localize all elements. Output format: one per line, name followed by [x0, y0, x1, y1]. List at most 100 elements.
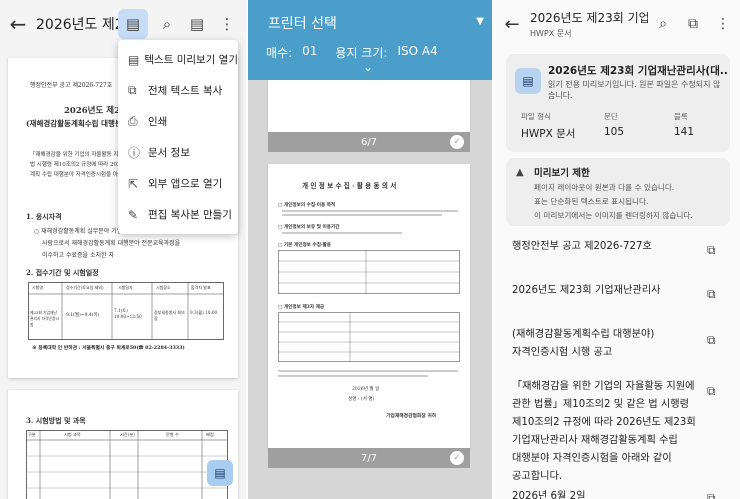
copy-all-icon[interactable]: ⧉: [678, 16, 708, 32]
warning-line: 표는 단순화된 텍스트로 표시됩니다.: [534, 197, 649, 206]
consent-signature: 성명 : (서 명): [348, 397, 375, 402]
print-icon: ⎙: [128, 114, 138, 128]
search-icon[interactable]: ⌕: [152, 9, 182, 39]
preview-title: 2026년도 제23회 기업...: [530, 11, 648, 25]
stat-label: 블록: [674, 112, 688, 121]
copy-icon[interactable]: ⧉: [707, 243, 716, 258]
preview-subtitle: HWPX 문서: [530, 29, 572, 38]
text-block: 2026년 6월 2일: [512, 488, 708, 499]
copy-icon[interactable]: ⧉: [707, 384, 716, 399]
menu-item-open-text-preview[interactable]: ▤ 텍스트 미리보기 열기: [118, 44, 238, 75]
stat-paragraphs: 문단 105: [604, 111, 624, 138]
printer-select[interactable]: 프린터 선택: [268, 13, 337, 33]
more-vert-icon[interactable]: ⋮: [212, 9, 242, 39]
menu-label: 편집 복사본 만들기: [148, 209, 232, 221]
copy-icon[interactable]: ⧉: [707, 287, 716, 302]
back-arrow-icon[interactable]: ←: [494, 14, 530, 35]
text-line: [278, 370, 458, 372]
text-block: 행정안전부 공고 제2026-727호: [512, 238, 708, 256]
table-header: 시험일자: [118, 285, 133, 290]
paper-size-value: ISO A4: [397, 44, 438, 58]
preview-titles: 2026년도 제23회 기업... HWPX 문서: [530, 9, 648, 39]
copy-icon[interactable]: ⧉: [707, 333, 716, 348]
table-header: 시간(분): [120, 432, 135, 437]
print-options-summary[interactable]: 매수: 01 용지 크기: ISO A4: [266, 44, 438, 61]
page-7-bar[interactable]: 7/7 ✓: [268, 448, 470, 468]
table-cell: 정부세종청사 회의장: [154, 310, 185, 321]
menu-item-print[interactable]: ⎙ 인쇄: [118, 106, 238, 137]
consent-date: 2026년 월 일: [352, 387, 380, 392]
back-arrow-icon[interactable]: ←: [0, 12, 36, 36]
print-panel: 6/7 ✓ 개 인 정 보 수 집 · 활 용 동 의 서 □ 개인정보의 수집…: [248, 0, 492, 499]
menu-label: 인쇄: [148, 116, 168, 128]
body-line: 사람으로서 재해경감활동계획 대행분야 전문교육과정을: [42, 240, 181, 247]
consent-table-2: [278, 312, 460, 362]
stat-value: HWPX 문서: [521, 128, 576, 140]
warning-line: 페이지 레이아웃이 원본과 다를 수 있습니다.: [534, 183, 675, 192]
text-line: 공고합니다.: [512, 471, 563, 482]
table-cell: 제23회 기업재난관리사 자격인증시험: [30, 310, 60, 327]
text-block: 2026년도 제23회 기업재난관리사: [512, 282, 708, 300]
text-line: 대행분야 자격인증시험을 아래와 같이: [512, 453, 672, 464]
menu-label: 외부 앱으로 열기: [148, 178, 223, 190]
stat-label: 문단: [604, 112, 618, 121]
page-6-bar[interactable]: 6/7 ✓: [268, 132, 470, 152]
text-line: [282, 232, 402, 234]
document-page-2: 3. 시험방법 및 과목 구분 시험 과목 시간(분) 문항 수 배점: [8, 390, 238, 499]
copies-label: 매수:: [266, 46, 293, 60]
consent-title: 개 인 정 보 수 집 · 활 용 동 의 서: [302, 182, 397, 190]
document-title: 2026년도 제23...: [36, 17, 118, 33]
consent-section: □ 기본 개인정보 수집·활용: [278, 243, 332, 248]
dropdown-arrow-icon[interactable]: ▼: [476, 16, 484, 27]
info-icon: ⓘ: [128, 146, 141, 160]
search-icon[interactable]: ⌕: [648, 16, 678, 32]
menu-item-open-external[interactable]: ⇱ 외부 앱으로 열기: [118, 168, 238, 199]
warning-title: 미리보기 제한: [534, 168, 590, 179]
edit-icon: ✎: [128, 207, 139, 222]
consent-recipient: 기업재해경감협회장 귀하: [386, 413, 437, 419]
page-number: 6/7: [360, 136, 378, 148]
section-heading: 3. 시험방법 및 과목: [26, 416, 86, 425]
notice-number: 행정안전부 공고 제2026-727호: [30, 82, 113, 89]
text-line: (재해경감활동계획수립 대행분야): [512, 329, 655, 340]
print-page-7-preview: 개 인 정 보 수 집 · 활 용 동 의 서 □ 개인정보의 수집·이용 목적…: [268, 164, 470, 448]
copy-icon: ⧉: [128, 83, 137, 97]
table-header: 배점: [206, 432, 214, 437]
consent-section: □ 개인정보 제3자 제공: [278, 305, 325, 310]
document-icon[interactable]: ▤: [182, 9, 212, 39]
text-line: 기업재난관리사 재해경감활동계획 수립: [512, 435, 678, 446]
menu-label: 텍스트 미리보기 열기: [144, 54, 238, 66]
text-line: 자격인증시험 시행 공고: [512, 347, 613, 358]
table-header: 문항 수: [166, 432, 179, 437]
document-info-card: ▤ 2026년도 제23회 기업재난관리사(대... 읽기 전용 미리보기입니다…: [506, 54, 730, 152]
table-cell: 9.3(월) 10:00: [190, 310, 218, 315]
table-header: 시험명: [32, 285, 44, 290]
page-selected-check-icon[interactable]: ✓: [450, 135, 464, 149]
more-vert-icon[interactable]: ⋮: [708, 16, 738, 32]
menu-item-make-edit-copy[interactable]: ✎ 편집 복사본 만들기: [118, 199, 238, 230]
warning-icon: ▲: [516, 167, 524, 178]
text-line: 2026년 6월 2일: [512, 491, 586, 499]
text-block: (재해경감활동계획수립 대행분야) 자격인증시험 시행 공고: [512, 326, 708, 362]
text-preview-fab[interactable]: ▤: [207, 460, 233, 486]
viewer-panel: ← 2026년도 제23... ▤ ⌕ ▤ ⋮ 행정안전부 공고 제2026-7…: [0, 0, 246, 499]
expand-chevron-icon[interactable]: ⌄: [363, 60, 373, 74]
menu-label: 전체 텍스트 복사: [148, 85, 223, 97]
menu-item-copy-all-text[interactable]: ⧉ 전체 텍스트 복사: [118, 75, 238, 106]
printer-header: 프린터 선택 ▼ 매수: 01 용지 크기: ISO A4 ⌄: [248, 0, 492, 80]
text-line: 행정안전부 공고 제2026-727호: [512, 241, 652, 252]
doc-preview-icon: ▤: [128, 52, 140, 67]
stat-value: 141: [674, 126, 695, 138]
consent-section: □ 개인정보의 보유 및 이용기간: [278, 225, 340, 230]
page-selected-check-icon[interactable]: ✓: [450, 451, 464, 465]
paper-size-label: 용지 크기:: [335, 46, 388, 60]
text-preview-toggle-icon[interactable]: ▤: [118, 9, 148, 39]
menu-item-document-info[interactable]: ⓘ 문서 정보: [118, 137, 238, 168]
section-heading: 1. 응시자격: [26, 212, 62, 221]
open-external-icon: ⇱: [128, 176, 139, 191]
menu-label: 문서 정보: [148, 147, 190, 159]
warning-line: 이 미리보기에서는 이미지를 렌더링하지 않습니다.: [534, 211, 693, 220]
table-header: 시험 과목: [64, 432, 81, 437]
copy-icon[interactable]: ⧉: [707, 491, 716, 499]
stat-blocks: 블록 141: [674, 111, 694, 138]
